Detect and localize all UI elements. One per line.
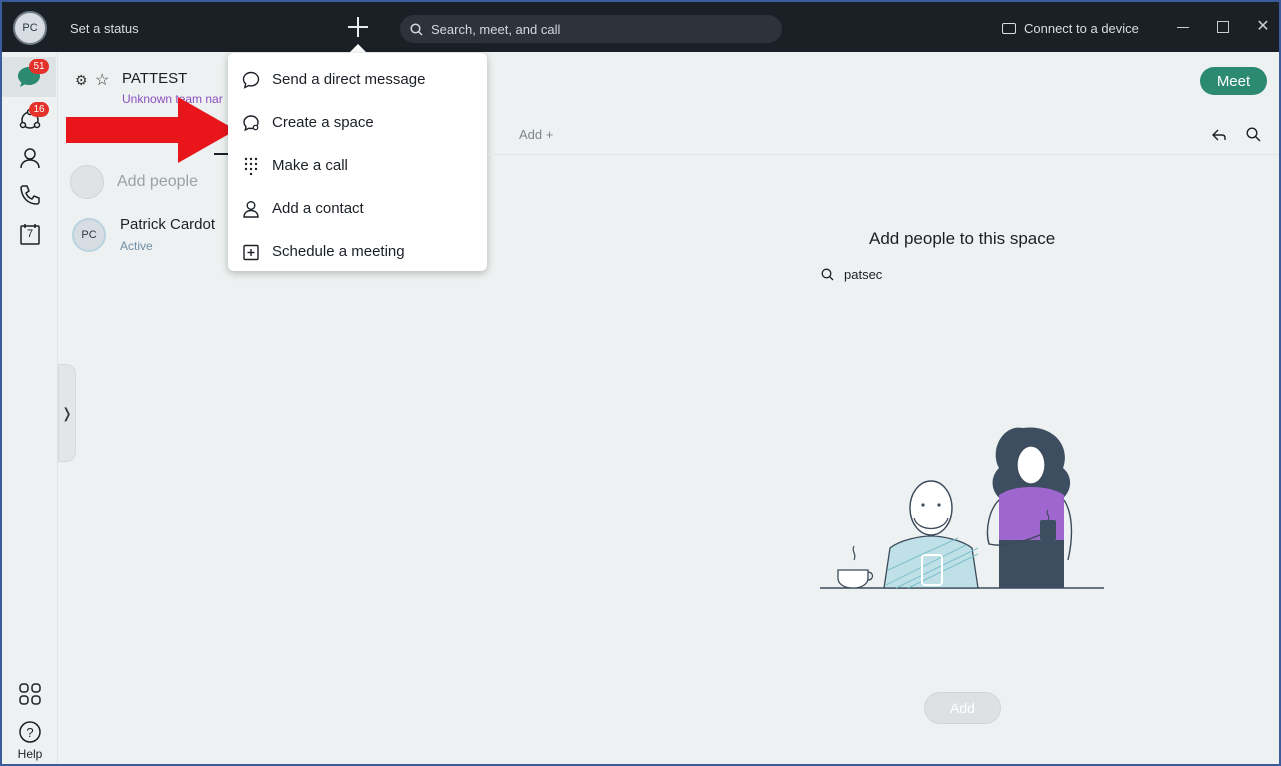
new-action-menu: Send a direct message Create a space Mak…	[228, 53, 487, 271]
menu-item-direct-message[interactable]: Send a direct message	[228, 58, 487, 101]
add-people-submit-button[interactable]: Add	[924, 692, 1001, 724]
rail-calling[interactable]	[2, 176, 58, 216]
empty-space-illustration	[820, 427, 1104, 589]
expand-panel-handle[interactable]: ❭	[58, 364, 76, 462]
minimize-button[interactable]	[1172, 16, 1194, 38]
person-icon	[20, 148, 40, 169]
rail-help[interactable]: ?	[2, 712, 58, 752]
phone-icon	[20, 185, 40, 205]
member-status: Active	[120, 239, 153, 253]
space-title: PATTEST	[122, 70, 188, 87]
search-icon	[410, 22, 423, 36]
dialpad-icon	[242, 157, 260, 175]
search-icon	[821, 268, 834, 281]
messages-badge: 51	[29, 59, 49, 74]
menu-item-create-space[interactable]: Create a space	[228, 101, 487, 144]
global-search-input[interactable]: Search, meet, and call	[400, 15, 782, 43]
rail-meetings[interactable]: 7	[2, 214, 58, 254]
title-bar: PC Set a status Search, meet, and call C…	[2, 2, 1279, 53]
add-people-heading: Add people to this space	[869, 229, 1056, 248]
profile-avatar[interactable]: PC	[13, 11, 47, 45]
search-placeholder: Search, meet, and call	[431, 21, 561, 37]
calendar-day: 7	[27, 228, 34, 240]
reply-icon[interactable]	[1211, 127, 1227, 143]
close-button[interactable]: ✕	[1252, 16, 1274, 38]
navigation-rail: 51 16 7 ? Help	[2, 52, 58, 764]
main-content: Meet Add + Add people to this space pats…	[488, 52, 1279, 764]
app-window: PC Set a status Search, meet, and call C…	[0, 0, 1281, 766]
connect-label: Connect to a device	[1024, 21, 1139, 36]
create-space-icon	[242, 114, 260, 132]
rail-apps[interactable]	[2, 674, 58, 714]
people-search-value: patsec	[844, 267, 883, 282]
person-icon	[242, 200, 260, 218]
rail-messaging[interactable]: 51	[2, 57, 56, 97]
apps-grid-icon	[19, 683, 41, 705]
menu-item-label: Send a direct message	[272, 71, 426, 88]
rail-contacts[interactable]	[2, 138, 58, 178]
add-people-label: Add people	[117, 173, 198, 190]
menu-item-schedule-meeting[interactable]: Schedule a meeting	[228, 230, 487, 273]
new-plus-button[interactable]	[345, 14, 371, 40]
menu-item-label: Create a space	[272, 114, 374, 131]
chat-bubble-icon	[242, 71, 260, 89]
svg-text:?: ?	[26, 725, 33, 740]
add-people-avatar	[70, 165, 104, 199]
cast-icon	[1002, 23, 1016, 34]
people-search-input[interactable]: patsec	[821, 267, 882, 282]
connect-device-button[interactable]: Connect to a device	[1002, 21, 1139, 36]
set-status-button[interactable]: Set a status	[70, 21, 139, 36]
add-tab-button[interactable]: Add +	[519, 127, 553, 142]
star-icon[interactable]: ☆	[95, 70, 109, 90]
gear-icon[interactable]: ⚙	[75, 72, 88, 89]
header-divider	[488, 154, 1279, 155]
chevron-right-icon: ❭	[61, 404, 73, 421]
menu-item-label: Add a contact	[272, 200, 364, 217]
menu-item-label: Make a call	[272, 157, 348, 174]
calendar-plus-icon	[242, 243, 260, 261]
red-arrow-annotation	[66, 97, 236, 163]
member-name: Patrick Cardot	[120, 216, 216, 233]
search-icon[interactable]	[1246, 127, 1261, 142]
meet-button[interactable]: Meet	[1200, 67, 1267, 95]
menu-item-make-call[interactable]: Make a call	[228, 144, 487, 187]
menu-item-add-contact[interactable]: Add a contact	[228, 187, 487, 230]
help-label: Help	[17, 747, 43, 761]
rail-teams[interactable]: 16	[2, 100, 58, 140]
maximize-button[interactable]	[1212, 16, 1234, 38]
member-avatar: PC	[72, 218, 106, 252]
menu-item-label: Schedule a meeting	[272, 243, 405, 260]
add-people-row[interactable]: Add people	[70, 164, 198, 200]
teams-badge: 16	[29, 102, 49, 117]
help-icon: ?	[19, 721, 41, 743]
